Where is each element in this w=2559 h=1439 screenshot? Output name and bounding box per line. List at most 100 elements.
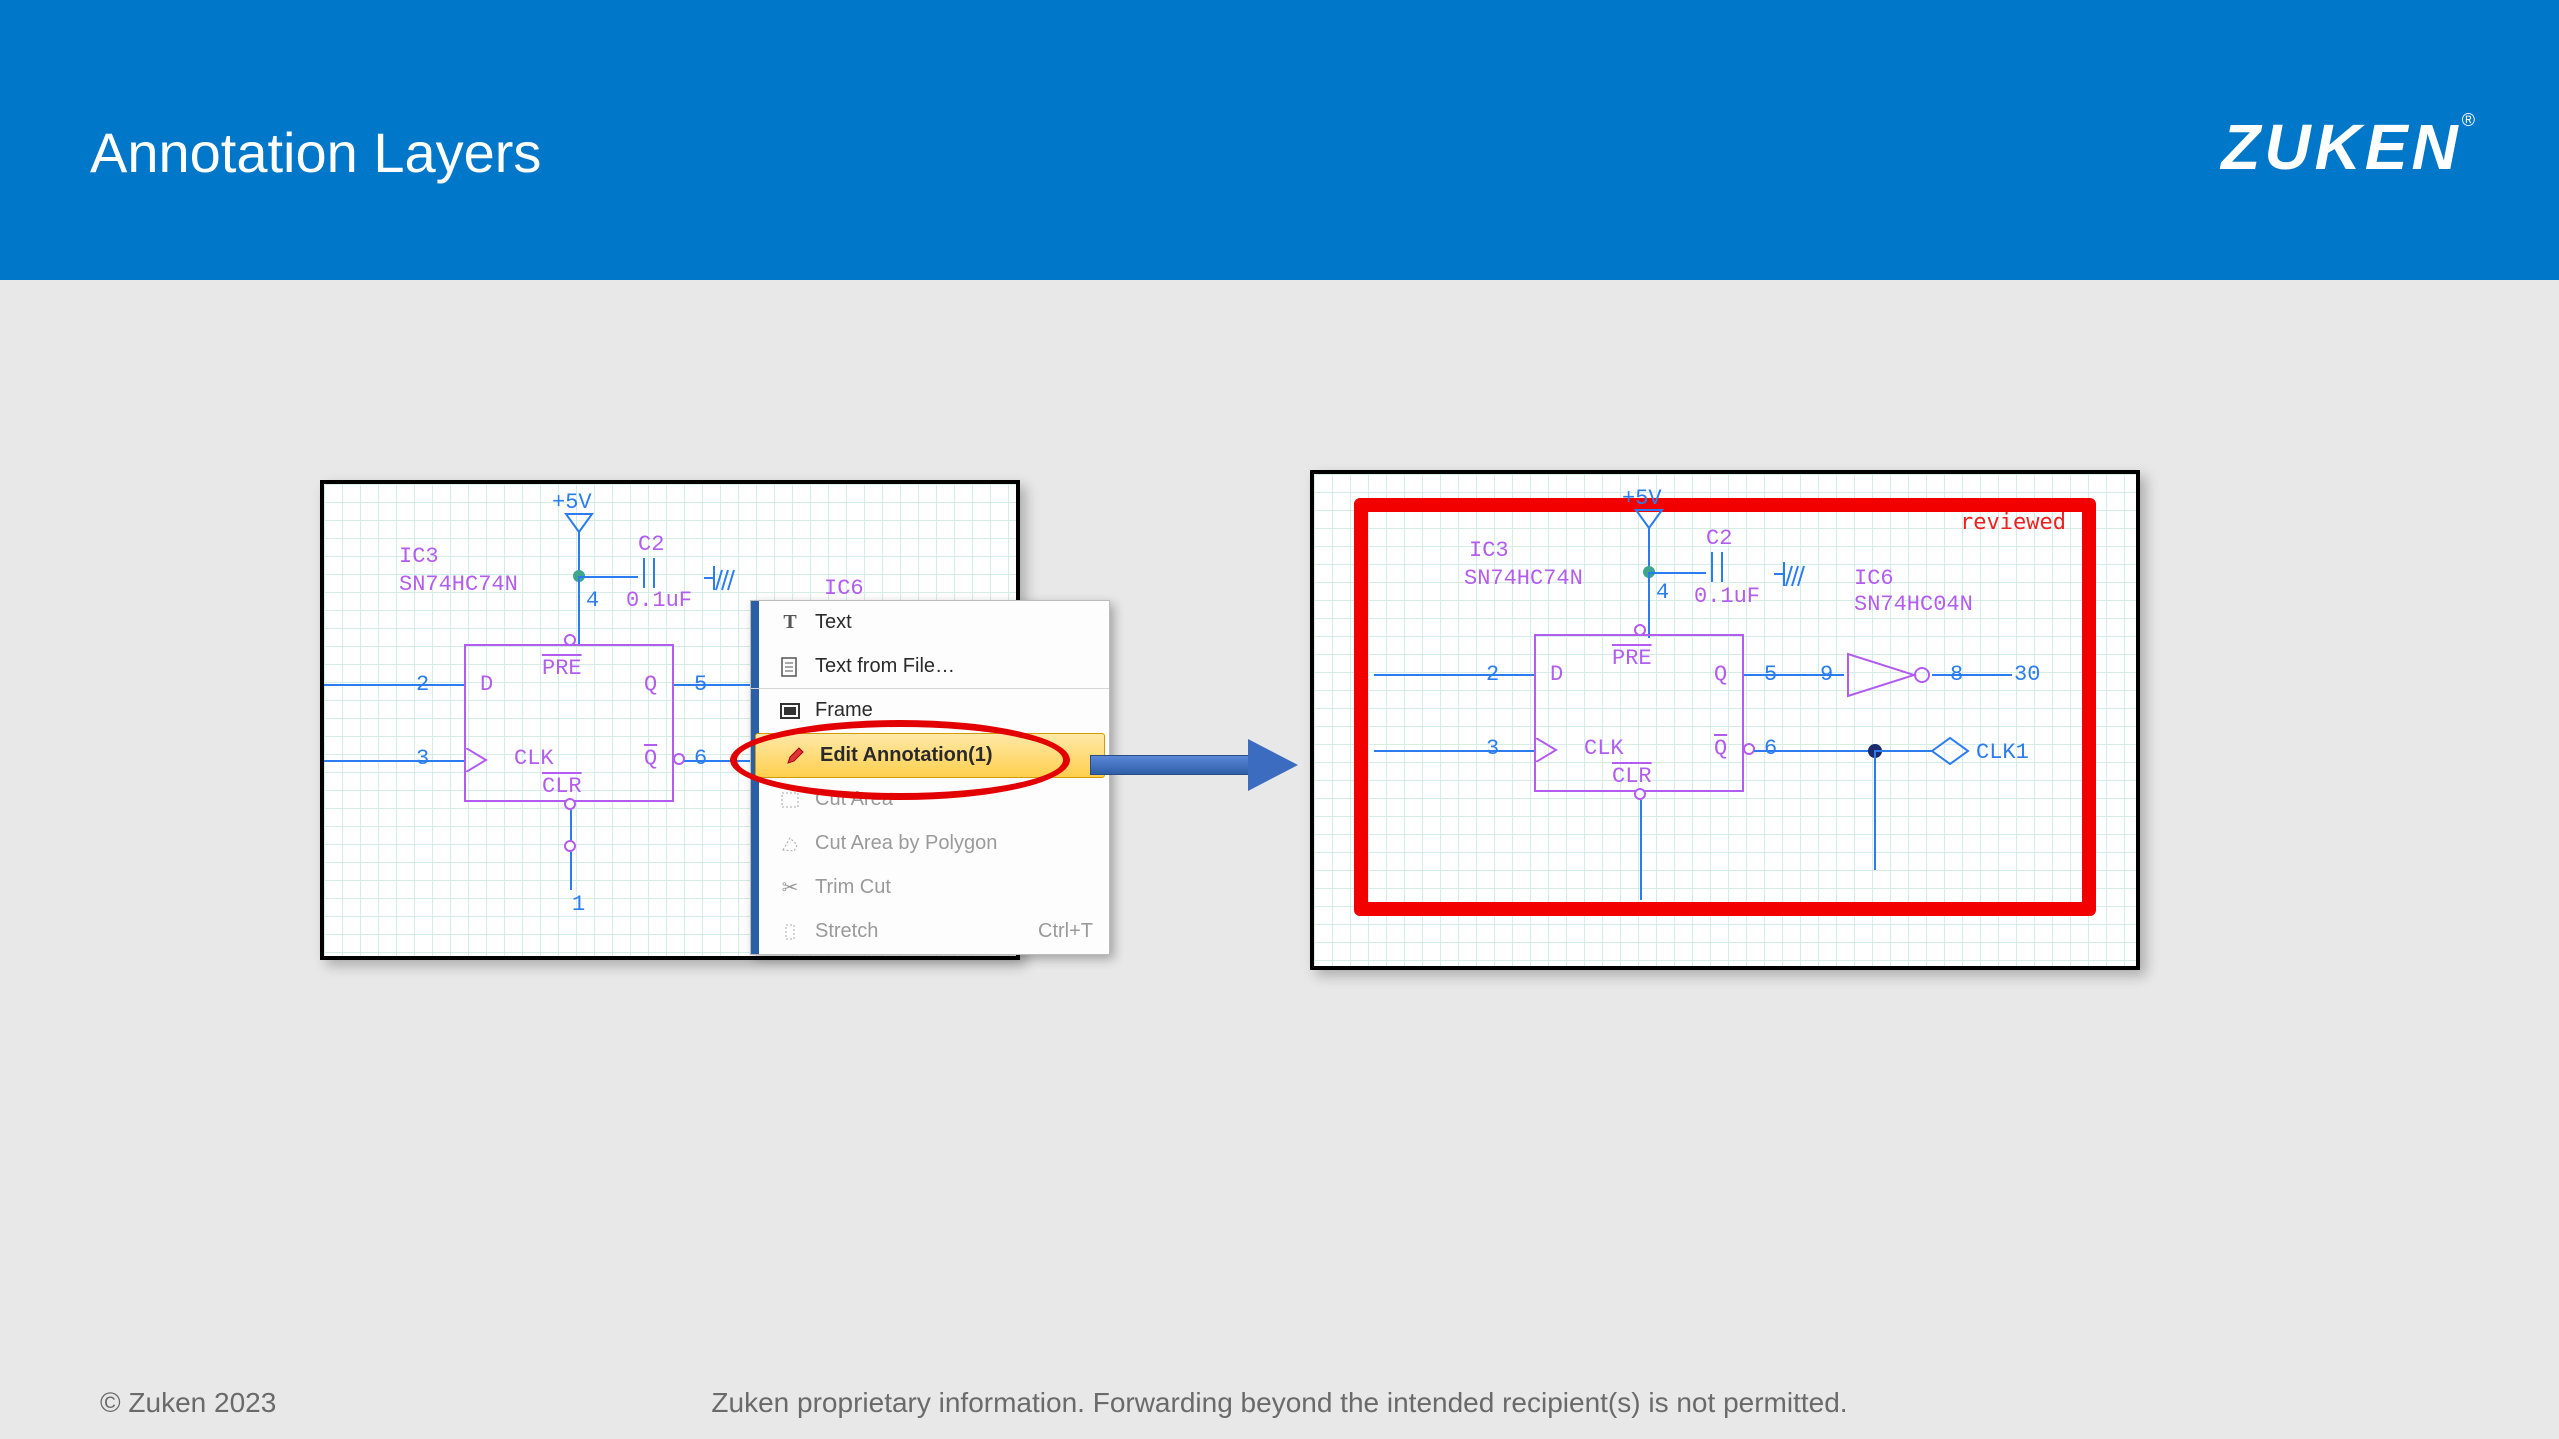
slide-footer: © Zuken 2023 Zuken proprietary informati… bbox=[0, 1379, 2559, 1429]
pencil-icon bbox=[784, 745, 806, 767]
lbl-q: Q bbox=[644, 672, 657, 697]
pin-bubble-icon bbox=[1743, 743, 1755, 755]
pin-1: 1 bbox=[572, 892, 585, 917]
capacitor-icon bbox=[636, 558, 662, 588]
wire bbox=[1874, 750, 1876, 870]
menu-label: Trim Cut bbox=[815, 876, 891, 899]
gnd-icon bbox=[704, 566, 738, 592]
menu-label: Edit Annotation(1) bbox=[820, 744, 993, 767]
pin-bubble-icon bbox=[564, 634, 576, 646]
pin-30: 30 bbox=[2014, 662, 2040, 687]
lbl-clk: CLK bbox=[514, 746, 554, 771]
ic6-part: SN74HC04N bbox=[1854, 592, 1973, 617]
schematic-after: reviewed +5V IC3 SN74HC74N C2 0.1uF IC6 … bbox=[1310, 470, 2140, 970]
menu-item-trim-cut[interactable]: ✂ Trim Cut bbox=[751, 866, 1109, 910]
slide-title: Annotation Layers bbox=[90, 120, 541, 185]
power-tri-icon bbox=[564, 512, 594, 534]
clk-tri-icon bbox=[466, 748, 488, 772]
wire bbox=[1932, 674, 2012, 676]
wire bbox=[324, 684, 464, 686]
netlabel-icon bbox=[1930, 736, 1970, 766]
menu-label: Cut Area by Polygon bbox=[815, 832, 997, 855]
menu-item-text-file[interactable]: Text from File… bbox=[751, 645, 1109, 689]
lbl-pre: PRE bbox=[1612, 646, 1652, 671]
frame-icon bbox=[779, 700, 801, 722]
ic6-ref: IC6 bbox=[824, 576, 864, 601]
inverter-icon bbox=[1844, 650, 1944, 700]
gnd-icon bbox=[1774, 562, 1808, 588]
cut-poly-icon bbox=[779, 833, 801, 855]
lbl-pre: PRE bbox=[542, 656, 582, 681]
cut-area-icon bbox=[779, 789, 801, 811]
c2-ref: C2 bbox=[638, 532, 664, 557]
ic3-part: SN74HC74N bbox=[1464, 566, 1583, 591]
lbl-clk: CLK bbox=[1584, 736, 1624, 761]
menu-item-cut-area[interactable]: Cut Area bbox=[751, 778, 1109, 822]
context-menu: T Text Text from File… Frame Edit Annota… bbox=[750, 600, 1110, 955]
wire bbox=[578, 576, 638, 578]
pin-4: 4 bbox=[1656, 580, 1669, 605]
proprietary-text: Zuken proprietary information. Forwardin… bbox=[711, 1387, 1847, 1419]
pin-6: 6 bbox=[1764, 736, 1777, 761]
menu-item-edit-annotation[interactable]: Edit Annotation(1) bbox=[755, 733, 1105, 778]
lbl-d: D bbox=[480, 672, 493, 697]
c2-val: 0.1uF bbox=[626, 588, 692, 613]
copyright-text: © Zuken 2023 bbox=[100, 1387, 276, 1419]
c2-ref: C2 bbox=[1706, 526, 1732, 551]
lbl-d: D bbox=[1550, 662, 1563, 687]
wire bbox=[324, 760, 464, 762]
ic6-ref: IC6 bbox=[1854, 566, 1894, 591]
pin-bubble-icon bbox=[1634, 788, 1646, 800]
menu-item-frame[interactable]: Frame bbox=[751, 689, 1109, 733]
menu-item-stretch[interactable]: Stretch Ctrl+T bbox=[751, 910, 1109, 954]
menu-label: Text bbox=[815, 611, 852, 634]
lbl-q: Q bbox=[1714, 662, 1727, 687]
text-icon: T bbox=[779, 612, 801, 634]
pin-bubble-icon bbox=[564, 840, 576, 852]
brand-logo: ZUKEN® bbox=[2221, 110, 2479, 184]
pin-3: 3 bbox=[1486, 736, 1499, 761]
pin-bubble-icon bbox=[673, 753, 685, 765]
menu-label: Frame bbox=[815, 699, 873, 722]
lbl-qn: Q bbox=[1714, 736, 1727, 761]
wire bbox=[1374, 674, 1534, 676]
slide-header: Annotation Layers ZUKEN® bbox=[0, 0, 2559, 280]
reviewed-label: reviewed bbox=[1960, 510, 2066, 535]
menu-label: Text from File… bbox=[815, 655, 955, 678]
pin-6: 6 bbox=[694, 746, 707, 771]
menu-item-cut-poly[interactable]: Cut Area by Polygon bbox=[751, 822, 1109, 866]
wire bbox=[1874, 750, 1934, 752]
menu-shortcut: Ctrl+T bbox=[1038, 920, 1093, 943]
stretch-icon bbox=[779, 921, 801, 943]
lbl-qn: Q bbox=[644, 746, 657, 771]
clk-tri-icon bbox=[1536, 738, 1558, 762]
brand-text: ZUKEN bbox=[2221, 111, 2461, 183]
wire bbox=[1374, 750, 1534, 752]
pin-3: 3 bbox=[416, 746, 429, 771]
menu-label: Stretch bbox=[815, 920, 878, 943]
capacitor-icon bbox=[1704, 552, 1730, 582]
wire bbox=[1648, 572, 1706, 574]
ic3-part: SN74HC74N bbox=[399, 572, 518, 597]
pin-bubble-icon bbox=[564, 798, 576, 810]
pin-bubble-icon bbox=[1634, 624, 1646, 636]
c2-val: 0.1uF bbox=[1694, 584, 1760, 609]
menu-label: Cut Area bbox=[815, 788, 893, 811]
wire bbox=[1754, 750, 1874, 752]
ic3-ref: IC3 bbox=[1469, 538, 1509, 563]
lbl-clr: CLR bbox=[542, 774, 582, 799]
wire bbox=[1640, 800, 1642, 900]
pin-4: 4 bbox=[586, 588, 599, 613]
wire bbox=[1648, 572, 1650, 638]
file-icon bbox=[779, 656, 801, 678]
ic3-ref: IC3 bbox=[399, 544, 439, 569]
lbl-clr: CLR bbox=[1612, 764, 1652, 789]
power-tri-icon bbox=[1634, 508, 1664, 530]
wire bbox=[578, 576, 580, 646]
net-name: CLK1 bbox=[1976, 740, 2029, 765]
slide-body: +5V IC3 SN74HC74N C2 0.1uF IC6 2 3 4 5 6… bbox=[0, 280, 2559, 1379]
wire bbox=[1744, 674, 1844, 676]
scissors-icon: ✂ bbox=[779, 877, 801, 899]
arrow-icon bbox=[1090, 745, 1310, 785]
menu-item-text[interactable]: T Text bbox=[751, 601, 1109, 645]
